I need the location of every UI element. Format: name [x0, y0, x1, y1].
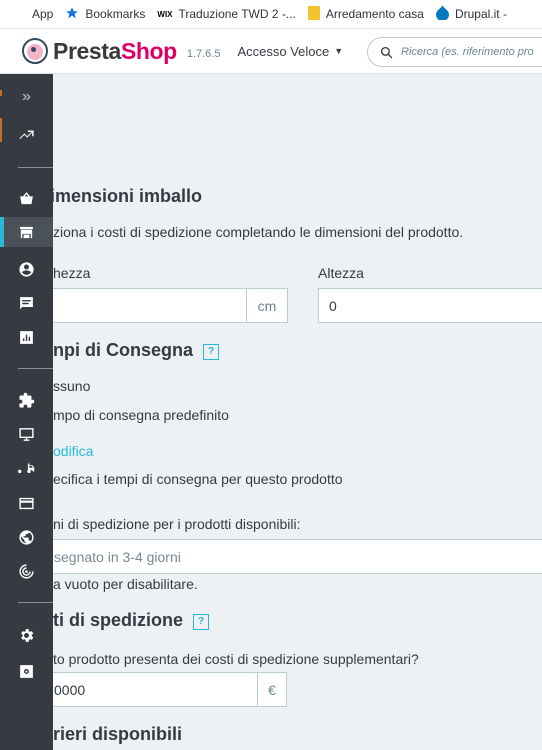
apps-grid-icon	[12, 7, 26, 21]
bookmark-label: App	[32, 7, 54, 21]
sidebar-divider	[18, 368, 53, 369]
bar-chart-icon	[20, 330, 33, 344]
puffin-logo-icon	[22, 38, 48, 64]
prestashop-logo[interactable]: PrestaShop	[22, 38, 177, 65]
package-dimensions-title: imensioni imballo	[53, 186, 203, 206]
drupal-icon	[435, 5, 449, 23]
sidebar-item-orders[interactable]	[0, 183, 53, 213]
height-value: 0	[329, 297, 337, 314]
delivery-time-title: npi di Consegna?	[53, 340, 220, 361]
sidebar-item-catalog[interactable]	[0, 217, 53, 247]
quick-access-label: Accesso Veloce	[237, 43, 330, 59]
search-icon	[380, 46, 393, 58]
available-delivery-label: ni di spedizione per i prodotti disponib…	[53, 516, 301, 532]
gear-icon	[21, 628, 34, 642]
bookmark-arredamento[interactable]: Arredamento casa	[307, 5, 424, 23]
sidebar: »	[0, 74, 53, 750]
top-header: PrestaShop 1.7.6.5 Accesso Veloce ▼ Rice…	[0, 29, 542, 74]
bookmark-traduzione[interactable]: WIX Traduzione TWD 2 -...	[157, 7, 295, 21]
caret-down-icon: ▼	[334, 46, 344, 56]
truck-icon	[18, 463, 35, 473]
credit-card-icon	[19, 497, 34, 509]
sidebar-item-customers[interactable]	[0, 254, 53, 284]
bookmark-label: Drupal.it -	[454, 7, 507, 21]
delivery-option-none[interactable]: ssuno	[53, 378, 90, 394]
puzzle-icon	[19, 392, 35, 408]
shipping-costs-title-text: ti di spedizione	[53, 610, 184, 630]
delivery-option-default[interactable]: mpo di consegna predefinito	[53, 407, 229, 423]
double-chevron-icon: »	[22, 88, 31, 105]
bookmark-app[interactable]: App	[12, 7, 53, 21]
chat-icon	[20, 296, 33, 309]
shipping-cost-field[interactable]: 0000	[53, 672, 258, 707]
wix-icon: WIX	[157, 9, 173, 19]
sidebar-divider	[18, 602, 53, 603]
bookmark-bookmarks[interactable]: Bookmarks	[65, 6, 145, 23]
bookmark-label: Bookmarks	[85, 7, 146, 21]
height-label: Altezza	[318, 265, 364, 281]
sidebar-item-marketing[interactable]	[0, 556, 53, 586]
star-icon	[65, 6, 79, 23]
bookmark-drupal[interactable]: Drupal.it -	[435, 5, 507, 23]
sidebar-divider	[18, 167, 53, 168]
empty-hint: a vuoto per disabilitare.	[53, 576, 198, 592]
shipping-cost-value: 0000	[54, 681, 86, 698]
radar-icon	[19, 563, 34, 579]
help-icon[interactable]: ?	[193, 614, 210, 630]
logo-text: PrestaShop	[53, 37, 177, 64]
sidebar-item-stats[interactable]	[0, 120, 53, 150]
sidebar-item-shipping[interactable]	[0, 453, 53, 483]
edit-default-delivery-link[interactable]: odifica	[53, 443, 93, 459]
trending-up-icon	[19, 130, 34, 139]
package-description: ziona i costi di spedizione completando …	[53, 224, 464, 240]
width-field[interactable]	[53, 288, 247, 323]
sidebar-item-messages[interactable]	[0, 288, 53, 318]
bookmark-label: Arredamento casa	[325, 7, 424, 21]
delivery-time-title-text: npi di Consegna	[53, 340, 194, 360]
sidebar-item-modules[interactable]	[0, 385, 53, 415]
available-delivery-field[interactable]: segnato in 3-4 giorni	[53, 539, 542, 574]
version-label: 1.7.6.5	[186, 48, 221, 60]
available-delivery-placeholder: segnato in 3-4 giorni	[54, 548, 181, 565]
sidebar-item-reports[interactable]	[0, 322, 53, 352]
account-circle-icon	[19, 261, 34, 277]
sidebar-collapse-button[interactable]: »	[0, 82, 53, 112]
sidebar-item-settings[interactable]	[0, 620, 53, 650]
currency-addon: €	[257, 672, 287, 707]
width-label: hezza	[53, 265, 91, 281]
settings-box-icon	[20, 664, 33, 678]
main-content: imensioni imballo ziona i costi di spedi…	[53, 74, 542, 750]
help-icon[interactable]: ?	[203, 344, 220, 360]
available-carriers-title: rieri disponibili	[53, 724, 183, 744]
delivery-option-specific[interactable]: ecifica i tempi di consegna per questo p…	[53, 471, 343, 487]
width-unit: cm	[246, 288, 288, 323]
bookmarks-bar: App Bookmarks WIX Traduzione TWD 2 -... …	[0, 0, 542, 29]
monitor-icon	[19, 427, 34, 441]
bookmark-label: Traduzione TWD 2 -...	[178, 7, 296, 21]
shipping-costs-title: ti di spedizione?	[53, 610, 210, 631]
globe-icon	[19, 529, 34, 545]
search-input[interactable]: Ricerca (es. riferimento pro	[367, 37, 542, 67]
sidebar-item-design[interactable]	[0, 419, 53, 449]
quick-access-dropdown[interactable]: Accesso Veloce ▼	[237, 44, 343, 59]
basket-icon	[20, 191, 33, 204]
sidebar-item-advanced-settings[interactable]	[0, 656, 53, 686]
height-field[interactable]: 0	[318, 288, 542, 323]
sidebar-item-international[interactable]	[0, 522, 53, 552]
folder-icon	[307, 5, 320, 23]
sidebar-item-payment[interactable]	[0, 488, 53, 518]
shipping-costs-question: to prodotto presenta dei costi di spediz…	[53, 651, 419, 667]
store-icon	[20, 226, 33, 238]
search-placeholder: Ricerca (es. riferimento pro	[401, 46, 534, 58]
